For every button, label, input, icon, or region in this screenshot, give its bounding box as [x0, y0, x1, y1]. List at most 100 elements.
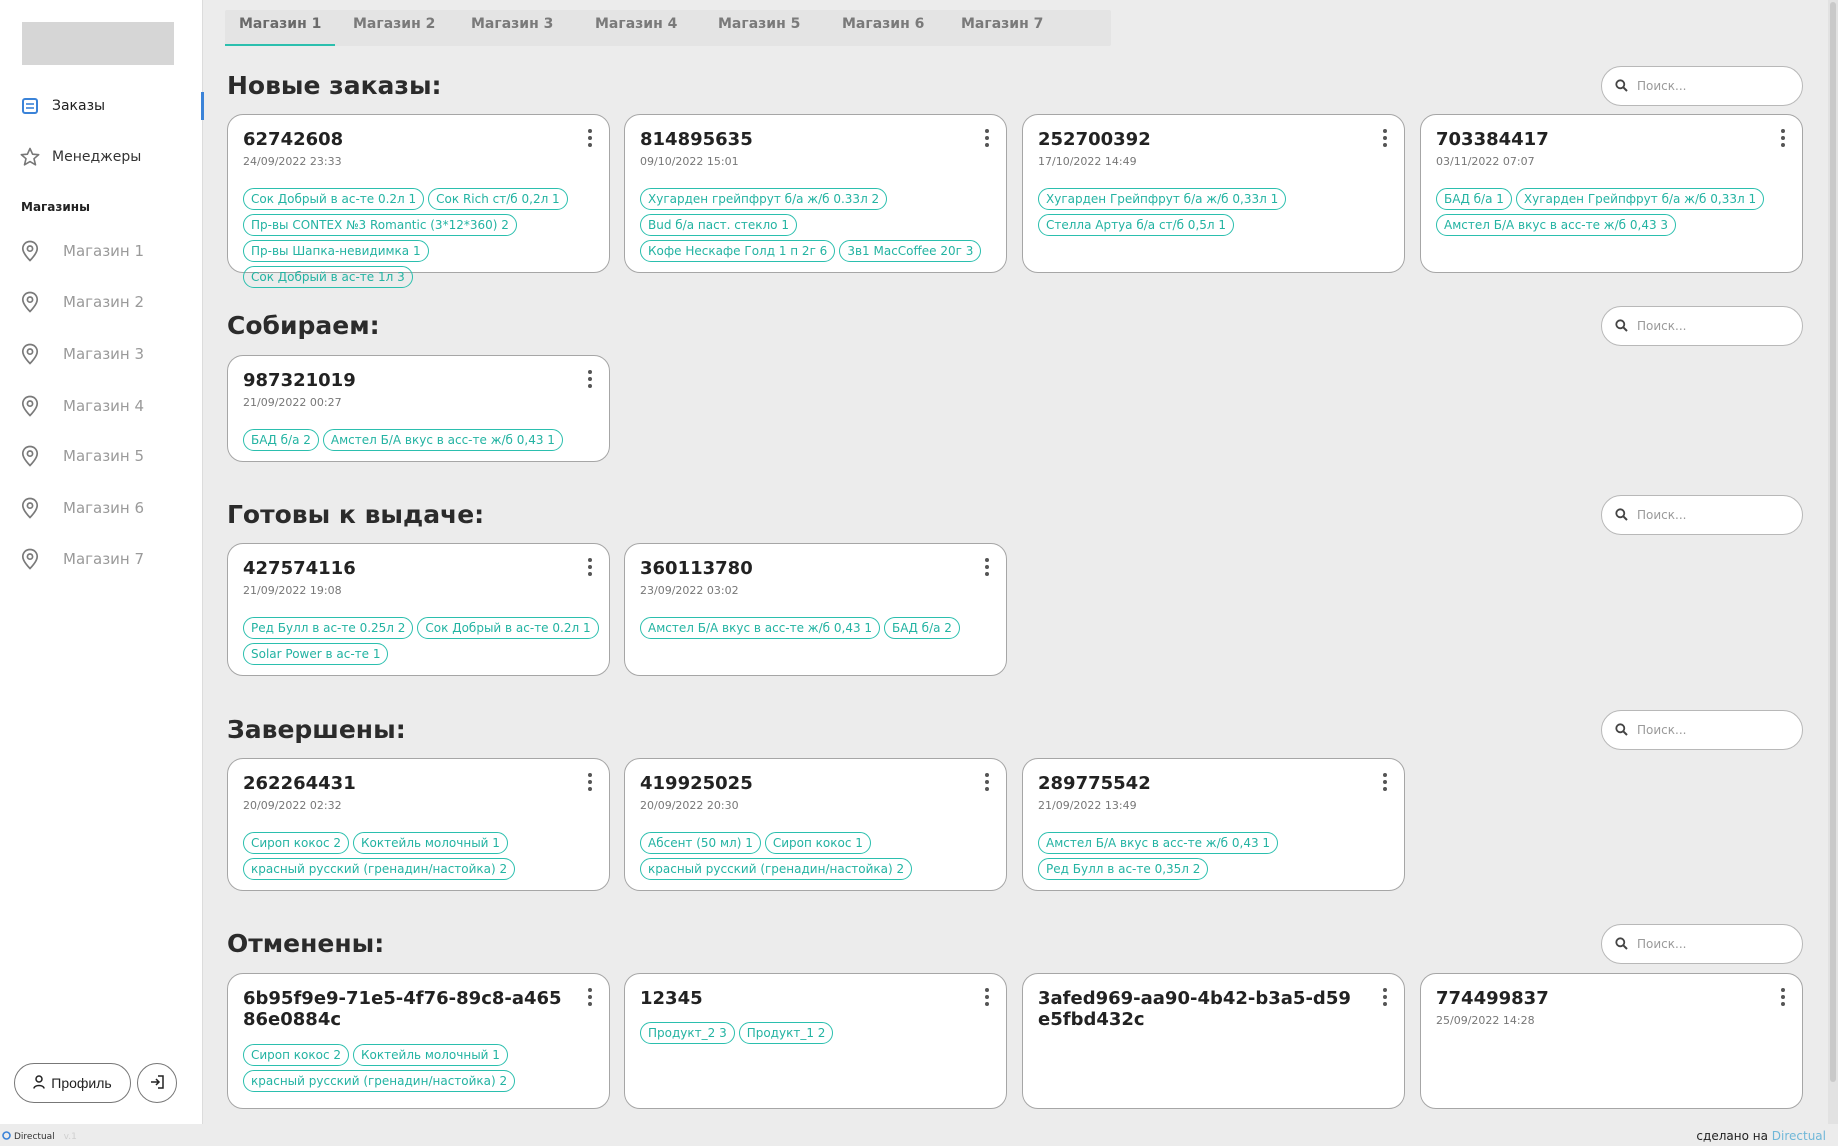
tab-shop[interactable]: Магазин 4: [581, 10, 691, 46]
search-input[interactable]: [1637, 723, 1797, 737]
order-item-tag[interactable]: БАД б/а 2: [884, 617, 960, 639]
order-item-tag[interactable]: Сироп кокос 2: [243, 1044, 350, 1066]
order-item-tag[interactable]: Коктейль молочный 1: [353, 832, 508, 854]
order-item-tag[interactable]: Ред Булл в ас-те 0.25л 2: [243, 617, 414, 639]
order-item-tag[interactable]: Хугарден грейпфрут б/а ж/б 0.33л 2: [640, 188, 888, 210]
section-search[interactable]: [1601, 495, 1803, 535]
search-input[interactable]: [1637, 937, 1797, 951]
sidebar-item-shop[interactable]: Магазин 7: [0, 541, 203, 577]
order-item-tag[interactable]: Амстел Б/А вкус в асс-те ж/б 0,43 3: [1436, 214, 1677, 236]
more-menu-icon[interactable]: [584, 558, 596, 576]
sidebar-item-label: Магазин 6: [63, 499, 145, 517]
more-menu-icon[interactable]: [1777, 988, 1789, 1006]
tab-shop[interactable]: Магазин 6: [828, 10, 938, 46]
order-item-tag[interactable]: Хугарден Грейпфрут б/а ж/б 0,33л 1: [1038, 188, 1287, 210]
order-item-tag[interactable]: Bud б/а паст. стекло 1: [640, 214, 797, 236]
more-menu-icon[interactable]: [1379, 773, 1391, 791]
logout-button[interactable]: [137, 1063, 177, 1103]
more-menu-icon[interactable]: [981, 129, 993, 147]
order-item-tag[interactable]: Кофе Нескафе Голд 1 п 2г 6: [640, 240, 836, 262]
scrollbar-thumb[interactable]: [1830, 2, 1836, 1082]
scrollbar[interactable]: [1828, 0, 1838, 1124]
order-item-tag[interactable]: Solar Power в ас-те 1: [243, 643, 389, 665]
order-card[interactable]: 427574116 21/09/2022 19:08 Ред Булл в ас-т…: [227, 543, 610, 676]
order-item-tag[interactable]: 3в1 MacCoffee 20г 3: [839, 240, 982, 262]
order-item-tag[interactable]: Сок Rich ст/б 0,2л 1: [428, 188, 568, 210]
section-search[interactable]: [1601, 66, 1803, 106]
profile-button[interactable]: Профиль: [14, 1063, 131, 1103]
more-menu-icon[interactable]: [981, 988, 993, 1006]
order-item-tag[interactable]: Амстел Б/А вкус в асс-те ж/б 0,43 1: [640, 617, 881, 639]
made-with-link[interactable]: Directual: [1772, 1129, 1826, 1143]
order-card[interactable]: 289775542 21/09/2022 13:49 Амстел Б/А вкус…: [1022, 758, 1405, 891]
tab-shop[interactable]: Магазин 5: [704, 10, 814, 46]
tab-shop[interactable]: Магазин 1: [225, 10, 336, 46]
search-input[interactable]: [1637, 508, 1797, 522]
order-items: Сироп кокос 2 Коктейль молочный 1 красный …: [243, 832, 599, 880]
order-item-tag[interactable]: красный русский (гренадин/настойка) 2: [640, 858, 913, 880]
section-search[interactable]: [1601, 710, 1803, 750]
tab-label: Магазин 1: [239, 16, 322, 32]
tab-shop[interactable]: Магазин 7: [947, 10, 1057, 46]
sidebar-item-shop[interactable]: Магазин 3: [0, 336, 203, 372]
sidebar-item-shop[interactable]: Магазин 6: [0, 490, 203, 526]
tab-active-underline: [225, 44, 336, 46]
sidebar-item-orders[interactable]: Заказы: [0, 88, 204, 124]
order-card[interactable]: 814895635 09/10/2022 15:01 Хугарден грейпф…: [624, 114, 1007, 273]
order-card[interactable]: 774499837 25/09/2022 14:28: [1420, 973, 1803, 1109]
order-item-tag[interactable]: Коктейль молочный 1: [353, 1044, 508, 1066]
tab-shop[interactable]: Магазин 2: [339, 10, 449, 46]
sidebar-item-shop[interactable]: Магазин 4: [0, 388, 203, 424]
more-menu-icon[interactable]: [1777, 129, 1789, 147]
order-item-tag[interactable]: красный русский (гренадин/настойка) 2: [243, 858, 516, 880]
order-item-tag[interactable]: Продукт_1 2: [738, 1022, 834, 1044]
order-item-tag[interactable]: БАД б/а 1: [1436, 188, 1512, 210]
order-item-tag[interactable]: Абсент (50 мл) 1: [640, 832, 761, 854]
order-card[interactable]: 703384417 03/11/2022 07:07 БАД б/а 1 Хугард…: [1420, 114, 1803, 273]
order-item-tag[interactable]: Сироп кокос 2: [243, 832, 350, 854]
search-input[interactable]: [1637, 79, 1797, 93]
section-search[interactable]: [1601, 306, 1803, 346]
order-item-tag[interactable]: Ред Булл в ас-те 0,35л 2: [1038, 858, 1209, 880]
order-card[interactable]: 6b95f9e9-71e5-4f76-89c8-a46586e0884c Сиро…: [227, 973, 610, 1109]
section-search[interactable]: [1601, 924, 1803, 964]
order-item-tag[interactable]: Амстел Б/А вкус в асс-те ж/б 0,43 1: [1038, 832, 1279, 854]
order-items: Амстел Б/А вкус в асс-те ж/б 0,43 1 БАД б…: [640, 617, 996, 639]
more-menu-icon[interactable]: [584, 773, 596, 791]
order-item-tag[interactable]: Продукт_2 3: [640, 1022, 735, 1044]
more-menu-icon[interactable]: [981, 773, 993, 791]
more-menu-icon[interactable]: [584, 370, 596, 388]
order-item-tag[interactable]: Сироп кокос 1: [764, 832, 871, 854]
order-card[interactable]: 987321019 21/09/2022 00:27 БАД б/а 2 Амстел…: [227, 355, 610, 462]
more-menu-icon[interactable]: [584, 988, 596, 1006]
order-item-tag[interactable]: Пр-вы Шапка-невидимка 1: [243, 240, 429, 262]
order-item-tag[interactable]: Сок Добрый в ас-те 0.2л 1: [243, 188, 425, 210]
active-indicator: [201, 92, 204, 120]
search-input[interactable]: [1637, 319, 1797, 333]
sidebar-item-managers[interactable]: Менеджеры: [0, 139, 203, 175]
sidebar-item-shop[interactable]: Магазин 5: [0, 438, 203, 474]
order-item-tag[interactable]: Хугарден Грейпфрут б/а ж/б 0,33л 1: [1515, 188, 1765, 210]
order-card[interactable]: 262264431 20/09/2022 02:32 Сироп кокос 2 Ко…: [227, 758, 610, 891]
order-card[interactable]: 252700392 17/10/2022 14:49 Хугарден Грейпф…: [1022, 114, 1405, 273]
more-menu-icon[interactable]: [981, 558, 993, 576]
tab-shop[interactable]: Магазин 3: [457, 10, 567, 46]
more-menu-icon[interactable]: [1379, 988, 1391, 1006]
order-item-tag[interactable]: Пр-вы CONTEX №3 Romantic (3*12*360) 2: [243, 214, 517, 236]
order-item-tag[interactable]: Амстел Б/А вкус в асс-те ж/б 0,43 1: [322, 429, 563, 451]
order-items: Хугарден грейпфрут б/а ж/б 0.33л 2 Bud б/…: [640, 188, 996, 262]
order-item-tag[interactable]: БАД б/а 2: [243, 429, 319, 451]
order-card[interactable]: 62742608 24/09/2022 23:33 Сок Добрый в ас-…: [227, 114, 610, 288]
more-menu-icon[interactable]: [584, 129, 596, 147]
more-menu-icon[interactable]: [1379, 129, 1391, 147]
order-card[interactable]: 419925025 20/09/2022 20:30 Абсент (50 мл) …: [624, 758, 1007, 891]
order-item-tag[interactable]: Стелла Артуа б/а ст/б 0,5л 1: [1038, 214, 1235, 236]
sidebar-item-shop[interactable]: Магазин 2: [0, 284, 203, 320]
order-item-tag[interactable]: красный русский (гренадин/настойка) 2: [243, 1070, 516, 1092]
sidebar-item-shop[interactable]: Магазин 1: [0, 233, 203, 269]
order-item-tag[interactable]: Сок Добрый в ас-те 1л 3: [243, 266, 413, 288]
order-item-tag[interactable]: Сок Добрый в ас-те 0.2л 1: [417, 617, 599, 639]
order-card[interactable]: 360113780 23/09/2022 03:02 Амстел Б/А вкус…: [624, 543, 1007, 676]
order-card[interactable]: 12345 Продукт_2 3 Продукт_1 2: [624, 973, 1007, 1109]
order-card[interactable]: 3afed969-aa90-4b42-b3a5-d59e5fbd432c: [1022, 973, 1405, 1109]
